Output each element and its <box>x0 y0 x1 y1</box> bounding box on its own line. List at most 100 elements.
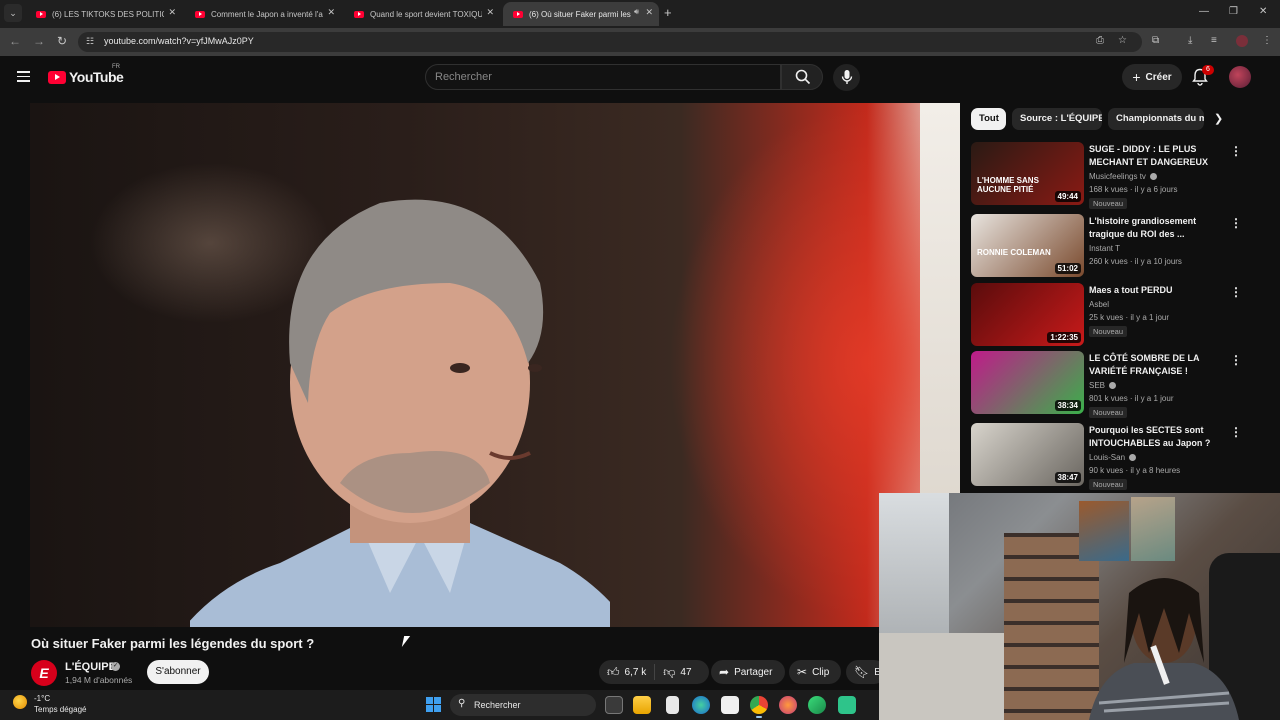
forward-icon[interactable]: → <box>33 34 45 48</box>
edge-icon[interactable] <box>692 696 710 714</box>
install-app-icon[interactable]: ⎙ <box>1096 35 1104 46</box>
chrome-icon[interactable] <box>750 696 768 718</box>
video-thumbnail[interactable]: 38:34 <box>971 351 1084 414</box>
windows-start-icon[interactable] <box>426 697 441 712</box>
guide-menu-icon[interactable] <box>17 71 30 82</box>
thumbs-up-icon[interactable]: 👍︎ <box>607 665 620 680</box>
video-thumbnail[interactable]: L'HOMME SANS AUCUNE PITIÉ 49:44 <box>971 142 1084 205</box>
voice-search-button[interactable] <box>833 64 860 91</box>
windows-taskbar: -1°C Temps dégagé ⚲ Rechercher <box>0 690 879 720</box>
url-text[interactable]: youtube.com/watch?v=yfJMwAJz0PY <box>104 36 254 46</box>
recommended-video-title[interactable]: Maes a tout PERDU <box>1089 284 1225 297</box>
clip-label: Clip <box>812 666 830 678</box>
notepad-icon[interactable] <box>666 696 679 714</box>
app-icon[interactable] <box>808 696 826 714</box>
video-player[interactable] <box>30 103 960 627</box>
more-options-icon[interactable]: ⋮ <box>1230 285 1242 299</box>
firefox-icon[interactable] <box>779 696 797 714</box>
weather-icon[interactable] <box>13 695 27 709</box>
speaker-icon[interactable]: 🔊︎ <box>634 7 639 17</box>
browser-tab[interactable]: Quand le sport devient TOXIQUE ✕ <box>344 2 500 26</box>
search-button[interactable] <box>781 64 823 90</box>
search-icon <box>795 69 811 85</box>
subscriber-count: 1,94 M d'abonnés <box>65 675 133 685</box>
more-options-icon[interactable]: ⋮ <box>1230 216 1242 230</box>
weather-description[interactable]: Temps dégagé <box>34 705 86 714</box>
media-control-icon[interactable]: ≡ <box>1211 35 1217 46</box>
task-view-icon[interactable] <box>605 696 623 714</box>
video-views-age: 801 k vues · il y a 1 jour <box>1089 394 1174 403</box>
more-options-icon[interactable]: ⋮ <box>1230 144 1242 158</box>
account-avatar[interactable] <box>1229 66 1251 88</box>
store-icon[interactable] <box>721 696 739 714</box>
taskbar-search-input[interactable]: ⚲ Rechercher <box>450 694 596 716</box>
tab-close-icon[interactable]: ✕ <box>168 7 176 18</box>
recommended-channel-name[interactable]: Instant T <box>1089 244 1120 253</box>
site-info-icon[interactable]: ☷ <box>86 36 94 47</box>
recommended-video-title[interactable]: LE CÔTÉ SOMBRE DE LA VARIÉTÉ FRANÇAISE ! <box>1089 352 1225 377</box>
back-icon[interactable]: ← <box>9 34 21 48</box>
bookmark-icon: 🔖︎ <box>854 665 870 679</box>
video-thumbnail[interactable]: 1:22:35 <box>971 283 1084 346</box>
clip-button[interactable]: ✂ Clip <box>789 660 841 684</box>
browser-tab[interactable]: (6) LES TIKTOKS DES POLITIQUES ✕ <box>26 2 182 26</box>
webcam-poster <box>1079 501 1129 561</box>
tab-title: (6) LES TIKTOKS DES POLITIQUES <box>52 9 164 19</box>
chip-all[interactable]: Tout <box>971 108 1006 130</box>
restore-icon[interactable]: ❐ <box>1229 6 1238 17</box>
channel-name[interactable]: L'ÉQUIPE <box>65 661 116 673</box>
reload-icon[interactable]: ↻ <box>57 34 67 48</box>
weather-temperature[interactable]: -1°C <box>34 694 50 703</box>
file-explorer-icon[interactable] <box>633 696 651 714</box>
browser-profile-avatar[interactable] <box>1236 35 1248 47</box>
browser-tab[interactable]: Comment le Japon a inventé l'a ✕ <box>185 2 341 26</box>
messaging-app-icon[interactable] <box>838 696 856 714</box>
recommended-video[interactable]: 1:22:35 Maes a tout PERDU Asbel 25 k vues ·… <box>971 283 1251 349</box>
verified-check-icon <box>1129 454 1137 461</box>
create-button[interactable]: + Créer <box>1122 64 1182 90</box>
browser-menu-icon[interactable]: ⋮ <box>1262 35 1272 46</box>
recommended-channel-name[interactable]: Musicfeelings tv <box>1089 172 1157 181</box>
chip-source[interactable]: Source : L'ÉQUIPE <box>1012 108 1102 130</box>
tab-close-icon[interactable]: ✕ <box>327 7 335 18</box>
recommended-channel-name[interactable]: Louis-San <box>1089 453 1137 462</box>
more-options-icon[interactable]: ⋮ <box>1230 353 1242 367</box>
recommended-video[interactable]: 38:47 Pourquoi les SECTES sont INTOUCHABL… <box>971 423 1251 490</box>
video-thumbnail[interactable]: RONNIE COLEMAN 51:02 <box>971 214 1084 277</box>
search-input[interactable]: Rechercher <box>425 64 781 90</box>
recommended-video-title[interactable]: L'histoire grandiosement tragique du ROI… <box>1089 215 1225 240</box>
recommended-video[interactable]: L'HOMME SANS AUCUNE PITIÉ 49:44 SUGE - DID… <box>971 142 1251 209</box>
new-tab-button[interactable]: + <box>664 5 672 20</box>
youtube-play-icon <box>48 70 66 84</box>
chevron-right-icon[interactable]: ❯ <box>1214 112 1223 125</box>
subscribe-button[interactable]: S'abonner <box>147 660 209 684</box>
browser-tab[interactable]: (6) Où situer Faker parmi les 🔊︎ ✕ <box>503 2 659 26</box>
minimize-icon[interactable]: — <box>1199 6 1209 17</box>
bookmark-star-icon[interactable]: ☆ <box>1118 35 1127 46</box>
like-dislike-group: 👍︎ 6,7 k 👎︎ 47 <box>599 660 709 684</box>
more-options-icon[interactable]: ⋮ <box>1230 425 1242 439</box>
youtube-favicon-icon <box>36 10 46 18</box>
window-close-icon[interactable]: ✕ <box>1259 6 1267 17</box>
recommended-video[interactable]: 38:34 LE CÔTÉ SOMBRE DE LA VARIÉTÉ FRANÇA… <box>971 351 1251 418</box>
video-thumbnail[interactable]: 38:47 <box>971 423 1084 486</box>
youtube-logo[interactable]: YouTube FR <box>48 64 124 85</box>
channel-avatar[interactable]: E <box>31 660 57 686</box>
share-button[interactable]: ➦ Partager <box>711 660 785 684</box>
like-count[interactable]: 6,7 k <box>625 667 647 678</box>
recommended-channel-name[interactable]: SEB <box>1089 381 1117 390</box>
recommended-channel-name[interactable]: Asbel <box>1089 300 1109 309</box>
recommended-video[interactable]: RONNIE COLEMAN 51:02 L'histoire grandiosem… <box>971 214 1251 280</box>
chip-championships[interactable]: Championnats du mo <box>1108 108 1204 130</box>
extensions-icon[interactable]: ⧉ <box>1152 35 1159 46</box>
tab-close-icon[interactable]: ✕ <box>486 7 494 18</box>
recommended-video-title[interactable]: SUGE - DIDDY : LE PLUS MECHANT ET DANGER… <box>1089 143 1225 169</box>
notifications-button[interactable]: 6 <box>1192 65 1214 86</box>
tab-search-button[interactable]: ⌄ <box>4 4 22 22</box>
thumbs-down-icon[interactable]: 👎︎ <box>663 665 675 680</box>
dislike-count[interactable]: 47 <box>680 667 691 678</box>
address-bar[interactable]: ☷ youtube.com/watch?v=yfJMwAJz0PY ⎙ ☆ <box>78 32 1142 52</box>
download-icon[interactable]: ⤓ <box>1188 35 1192 46</box>
recommended-video-title[interactable]: Pourquoi les SECTES sont INTOUCHABLES au… <box>1089 424 1225 449</box>
tab-close-icon[interactable]: ✕ <box>645 7 653 18</box>
